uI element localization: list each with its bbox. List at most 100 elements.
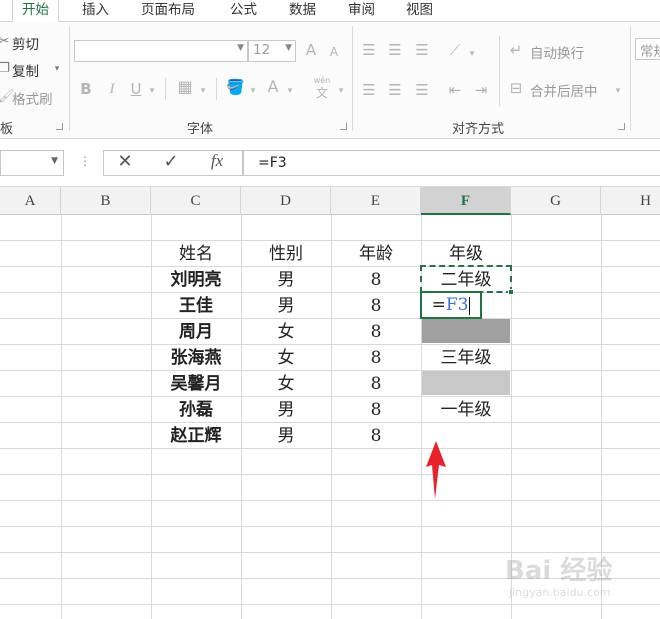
cell-name[interactable]: 王佳 (151, 293, 241, 319)
group-divider (352, 26, 353, 131)
orientation-icon[interactable]: ⟋ (446, 42, 464, 58)
number-format-combo[interactable]: 常规 (635, 38, 660, 60)
cell-age[interactable]: 8 (331, 267, 421, 293)
font-name-combo[interactable]: ▼ (74, 40, 248, 62)
active-cell-editor[interactable]: =F3 (422, 293, 480, 317)
worksheet-grid[interactable]: 姓名 性别 年龄 年级 刘明亮 男 8 二年级 王佳 男 8 周月 女 8 张海… (0, 215, 660, 619)
align-bottom-icon[interactable]: ☰ (413, 42, 431, 58)
font-size-value: 12 (253, 42, 271, 58)
tab-data[interactable]: 数据 (289, 0, 316, 22)
cell-gender[interactable]: 男 (241, 293, 331, 319)
copy-button[interactable]: ❐ 复制 ▾ (0, 59, 64, 80)
cell-age[interactable]: 8 (331, 345, 421, 371)
borders-icon[interactable]: ▦ (176, 79, 194, 95)
column-header-e[interactable]: E (331, 187, 421, 215)
formula-input[interactable]: =F3 (243, 150, 660, 176)
chevron-down-icon: ▼ (51, 156, 58, 166)
bold-button[interactable]: B (78, 81, 94, 97)
italic-button[interactable]: I (104, 81, 120, 97)
cell-gender[interactable]: 女 (241, 371, 331, 397)
gridline (0, 474, 660, 475)
active-cell[interactable]: =F3 (420, 291, 482, 319)
wrap-text-button[interactable]: ↵ 自动换行 (507, 40, 607, 62)
cell-name[interactable]: 赵正辉 (151, 423, 241, 449)
filled-cell-f5[interactable] (422, 319, 510, 343)
tab-page-layout[interactable]: 页面布局 (141, 0, 195, 22)
cell-name[interactable]: 周月 (151, 319, 241, 345)
chevron-down-icon[interactable]: ▾ (147, 83, 157, 99)
increase-indent-icon[interactable]: ⇥ (472, 82, 490, 98)
merge-cells-icon: ⊟ (509, 79, 523, 97)
tab-home[interactable]: 开始 (12, 0, 59, 23)
align-middle-icon[interactable]: ☰ (386, 42, 404, 58)
table-header-gender[interactable]: 性别 (241, 241, 331, 267)
tab-review[interactable]: 审阅 (348, 0, 375, 22)
fill-color-icon[interactable]: 🪣 (226, 79, 245, 95)
chevron-down-icon[interactable]: ▾ (198, 83, 208, 99)
reference-marquee (420, 265, 514, 295)
cancel-icon[interactable]: ✕ (114, 153, 136, 171)
cell-age[interactable]: 8 (331, 371, 421, 397)
chevron-down-icon: ▾ (54, 64, 60, 74)
tab-view[interactable]: 视图 (406, 0, 433, 22)
cell-grade[interactable]: 三年级 (421, 345, 511, 371)
fill-handle[interactable] (508, 289, 514, 295)
cell-gender[interactable]: 女 (241, 319, 331, 345)
clipboard-dialog-launcher[interactable] (56, 123, 63, 130)
tab-formulas[interactable]: 公式 (230, 0, 257, 22)
column-header-c[interactable]: C (151, 187, 241, 215)
cut-button[interactable]: ✂ 剪切 (0, 32, 62, 53)
align-left-icon[interactable]: ☰ (360, 82, 378, 98)
grow-font-icon[interactable]: A (303, 42, 319, 58)
cell-gender[interactable]: 男 (241, 423, 331, 449)
formula-equals: = (431, 295, 446, 315)
cell-gender[interactable]: 男 (241, 267, 331, 293)
cell-age[interactable]: 8 (331, 397, 421, 423)
phonetic-guide-button[interactable]: wén 文 (311, 76, 333, 102)
chevron-down-icon[interactable]: ▾ (336, 83, 346, 99)
cell-age[interactable]: 8 (331, 293, 421, 319)
underline-button[interactable]: U (128, 81, 144, 97)
column-header-a[interactable]: A (0, 187, 61, 215)
column-header-g[interactable]: G (511, 187, 601, 215)
cell-name[interactable]: 吴馨月 (151, 371, 241, 397)
shrink-font-icon[interactable]: A (327, 44, 341, 60)
chevron-down-icon[interactable]: ▾ (248, 83, 258, 99)
insert-function-button[interactable]: fx (204, 152, 230, 169)
divider (499, 36, 500, 106)
format-painter-button[interactable]: 🖌 格式刷 (0, 87, 62, 108)
cell-name[interactable]: 孙磊 (151, 397, 241, 423)
table-header-grade[interactable]: 年级 (421, 241, 511, 267)
cell-gender[interactable]: 女 (241, 345, 331, 371)
cell-age[interactable]: 8 (331, 319, 421, 345)
merge-center-button[interactable]: ⊟ 合并后居中 ▾ (507, 78, 625, 100)
align-right-icon[interactable]: ☰ (413, 82, 431, 98)
chevron-down-icon[interactable]: ▾ (467, 46, 477, 62)
column-header-d[interactable]: D (241, 187, 331, 215)
alignment-dialog-launcher[interactable] (618, 123, 625, 130)
cell-name[interactable]: 张海燕 (151, 345, 241, 371)
cell-name[interactable]: 刘明亮 (151, 267, 241, 293)
cell-age[interactable]: 8 (331, 423, 421, 449)
chevron-down-icon[interactable]: ▾ (285, 83, 295, 99)
align-top-icon[interactable]: ☰ (360, 42, 378, 58)
column-header-b[interactable]: B (61, 187, 151, 215)
wrap-text-label: 自动换行 (530, 46, 584, 62)
chevron-down-icon: ▼ (285, 43, 292, 53)
enter-checkmark-icon[interactable]: ✓ (160, 153, 182, 171)
cell-gender[interactable]: 男 (241, 397, 331, 423)
merge-center-label: 合并后居中 (530, 84, 598, 100)
table-header-name[interactable]: 姓名 (151, 241, 241, 267)
table-header-age[interactable]: 年龄 (331, 241, 421, 267)
column-header-h[interactable]: H (601, 187, 660, 215)
decrease-indent-icon[interactable]: ⇤ (446, 82, 464, 98)
font-dialog-launcher[interactable] (340, 123, 347, 130)
cell-grade[interactable]: 一年级 (421, 397, 511, 423)
align-center-icon[interactable]: ☰ (386, 82, 404, 98)
filled-cell-f7[interactable] (422, 371, 510, 395)
column-header-f[interactable]: F (421, 187, 511, 215)
name-box[interactable]: ▼ (0, 150, 64, 176)
tab-insert[interactable]: 插入 (82, 0, 109, 22)
font-size-combo[interactable]: 12 ▼ (248, 40, 296, 62)
font-color-button[interactable]: A (264, 79, 282, 95)
